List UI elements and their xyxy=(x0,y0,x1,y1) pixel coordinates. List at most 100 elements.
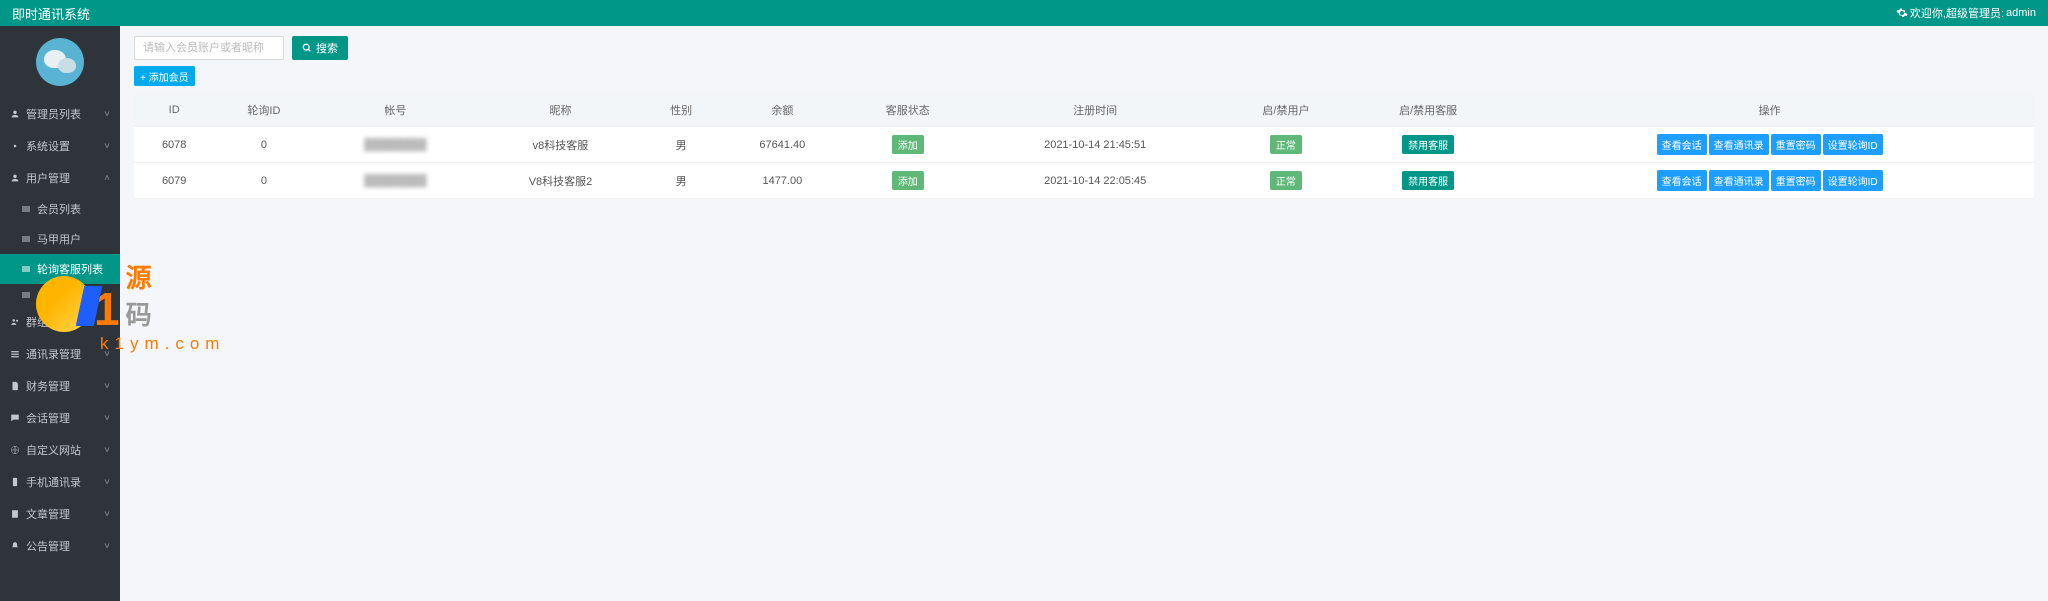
row-action-3[interactable]: 设置轮询ID xyxy=(1823,170,1883,191)
cell-id: 6078 xyxy=(134,127,214,163)
toolbar: 搜索 xyxy=(134,36,2034,60)
cell-balance: 67641.40 xyxy=(719,127,847,163)
cs-status-badge[interactable]: 添加 xyxy=(892,135,924,154)
sidebar-item-3[interactable]: 群组˅ xyxy=(0,306,120,338)
col-header-5: 余额 xyxy=(719,94,847,127)
chevron-down-icon: ˅ xyxy=(104,477,110,488)
cell-pollid: 0 xyxy=(214,127,313,163)
list-prefix-icon xyxy=(22,205,32,213)
cell-gender: 男 xyxy=(644,127,719,163)
col-header-0: ID xyxy=(134,94,214,127)
user-icon xyxy=(10,173,20,183)
col-header-9: 启/禁用客服 xyxy=(1351,94,1505,127)
col-header-8: 启/禁用户 xyxy=(1221,94,1351,127)
sidebar-item-9[interactable]: 文章管理˅ xyxy=(0,498,120,530)
cell-account: ████████ xyxy=(313,127,477,163)
chevron-up-icon: ˄ xyxy=(104,173,110,184)
table-row: 60790████████V8科技客服2男1477.00 添加 2021-10-14… xyxy=(134,163,2034,199)
list-icon xyxy=(10,349,20,359)
row-action-3[interactable]: 设置轮询ID xyxy=(1823,134,1883,155)
cell-account: ████████ xyxy=(313,163,477,199)
main-content: 搜索 + 添加会员 ID轮询ID帐号昵称性别余额客服状态注册时间启/禁用户启/禁… xyxy=(120,26,2048,601)
sidebar-item-0[interactable]: 管理员列表˅ xyxy=(0,98,120,130)
gear-icon xyxy=(1896,7,1908,19)
cs-status-badge[interactable]: 添加 xyxy=(892,171,924,190)
col-header-6: 客服状态 xyxy=(846,94,969,127)
sidebar-item-7[interactable]: 自定义网站˅ xyxy=(0,434,120,466)
sidebar-item-6[interactable]: 会话管理˅ xyxy=(0,402,120,434)
app-logo-icon xyxy=(36,38,84,86)
cell-usertoggle: 正常 xyxy=(1221,127,1351,163)
chevron-down-icon: ˅ xyxy=(104,349,110,360)
cell-actions: 查看会话查看通讯录重置密码设置轮询ID xyxy=(1505,127,2034,163)
sidebar-item-5[interactable]: 财务管理˅ xyxy=(0,370,120,402)
list-prefix-icon xyxy=(22,265,32,273)
sidebar-subitem-2-0[interactable]: 会员列表 xyxy=(0,194,120,224)
cell-csstatus: 添加 xyxy=(846,163,969,199)
app-title: 即时通讯系统 xyxy=(12,4,90,23)
col-header-4: 性别 xyxy=(644,94,719,127)
comment-icon xyxy=(10,413,20,423)
user-toggle-badge[interactable]: 正常 xyxy=(1270,171,1302,190)
welcome-text: 欢迎你,超级管理员:admin xyxy=(1896,5,2036,21)
chevron-down-icon: ˅ xyxy=(104,509,110,520)
cs-toggle-badge[interactable]: 禁用客服 xyxy=(1402,135,1454,154)
cell-actions: 查看会话查看通讯录重置密码设置轮询ID xyxy=(1505,163,2034,199)
file-icon xyxy=(10,381,20,391)
col-header-2: 帐号 xyxy=(313,94,477,127)
add-member-button[interactable]: + 添加会员 xyxy=(134,66,195,86)
book-icon xyxy=(10,509,20,519)
sidebar-item-2[interactable]: 用户管理˄ xyxy=(0,162,120,194)
cell-cstoggle: 禁用客服 xyxy=(1351,127,1505,163)
cs-toggle-badge[interactable]: 禁用客服 xyxy=(1402,171,1454,190)
member-table: ID轮询ID帐号昵称性别余额客服状态注册时间启/禁用户启/禁用客服操作 6078… xyxy=(134,94,2034,199)
row-action-2[interactable]: 重置密码 xyxy=(1771,134,1821,155)
cell-pollid: 0 xyxy=(214,163,313,199)
mobile-icon xyxy=(10,477,20,487)
cell-csstatus: 添加 xyxy=(846,127,969,163)
row-action-0[interactable]: 查看会话 xyxy=(1657,170,1707,191)
user-toggle-badge[interactable]: 正常 xyxy=(1270,135,1302,154)
list-prefix-icon xyxy=(22,291,32,299)
chevron-down-icon: ˅ xyxy=(104,141,110,152)
cell-regtime: 2021-10-14 22:05:45 xyxy=(969,163,1220,199)
chevron-down-icon: ˅ xyxy=(104,445,110,456)
logo-wrap xyxy=(0,26,120,98)
bell-icon xyxy=(10,541,20,551)
globe-icon xyxy=(10,445,20,455)
sidebar-item-1[interactable]: 系统设置˅ xyxy=(0,130,120,162)
search-icon xyxy=(302,43,312,53)
row-action-2[interactable]: 重置密码 xyxy=(1771,170,1821,191)
cell-balance: 1477.00 xyxy=(719,163,847,199)
search-button[interactable]: 搜索 xyxy=(292,36,348,60)
user-icon xyxy=(10,109,20,119)
sidebar-subitem-2-2[interactable]: 轮询客服列表 xyxy=(0,254,120,284)
cog-icon xyxy=(10,141,20,151)
sidebar: 管理员列表˅系统设置˅用户管理˄会员列表马甲用户轮询客服列表群组˅通讯录管理˅财… xyxy=(0,26,120,601)
sidebar-item-10[interactable]: 公告管理˅ xyxy=(0,530,120,562)
col-header-1: 轮询ID xyxy=(214,94,313,127)
top-bar: 即时通讯系统 欢迎你,超级管理员:admin xyxy=(0,0,2048,26)
cell-nickname: v8科技客服 xyxy=(477,127,643,163)
sidebar-item-4[interactable]: 通讯录管理˅ xyxy=(0,338,120,370)
row-action-1[interactable]: 查看通讯录 xyxy=(1709,170,1769,191)
table-row: 60780████████v8科技客服男67641.40 添加 2021-10-14… xyxy=(134,127,2034,163)
row-action-0[interactable]: 查看会话 xyxy=(1657,134,1707,155)
chevron-down-icon: ˅ xyxy=(104,541,110,552)
cell-id: 6079 xyxy=(134,163,214,199)
col-header-10: 操作 xyxy=(1505,94,2034,127)
row-action-1[interactable]: 查看通讯录 xyxy=(1709,134,1769,155)
col-header-7: 注册时间 xyxy=(969,94,1220,127)
list-prefix-icon xyxy=(22,235,32,243)
cell-regtime: 2021-10-14 21:45:51 xyxy=(969,127,1220,163)
sidebar-subitem-2-1[interactable]: 马甲用户 xyxy=(0,224,120,254)
cell-cstoggle: 禁用客服 xyxy=(1351,163,1505,199)
chevron-down-icon: ˅ xyxy=(104,109,110,120)
sidebar-subitem-2-3[interactable] xyxy=(0,284,120,306)
chevron-down-icon: ˅ xyxy=(104,381,110,392)
col-header-3: 昵称 xyxy=(477,94,643,127)
cell-gender: 男 xyxy=(644,163,719,199)
sidebar-item-8[interactable]: 手机通讯录˅ xyxy=(0,466,120,498)
search-input[interactable] xyxy=(134,36,284,60)
cell-nickname: V8科技客服2 xyxy=(477,163,643,199)
